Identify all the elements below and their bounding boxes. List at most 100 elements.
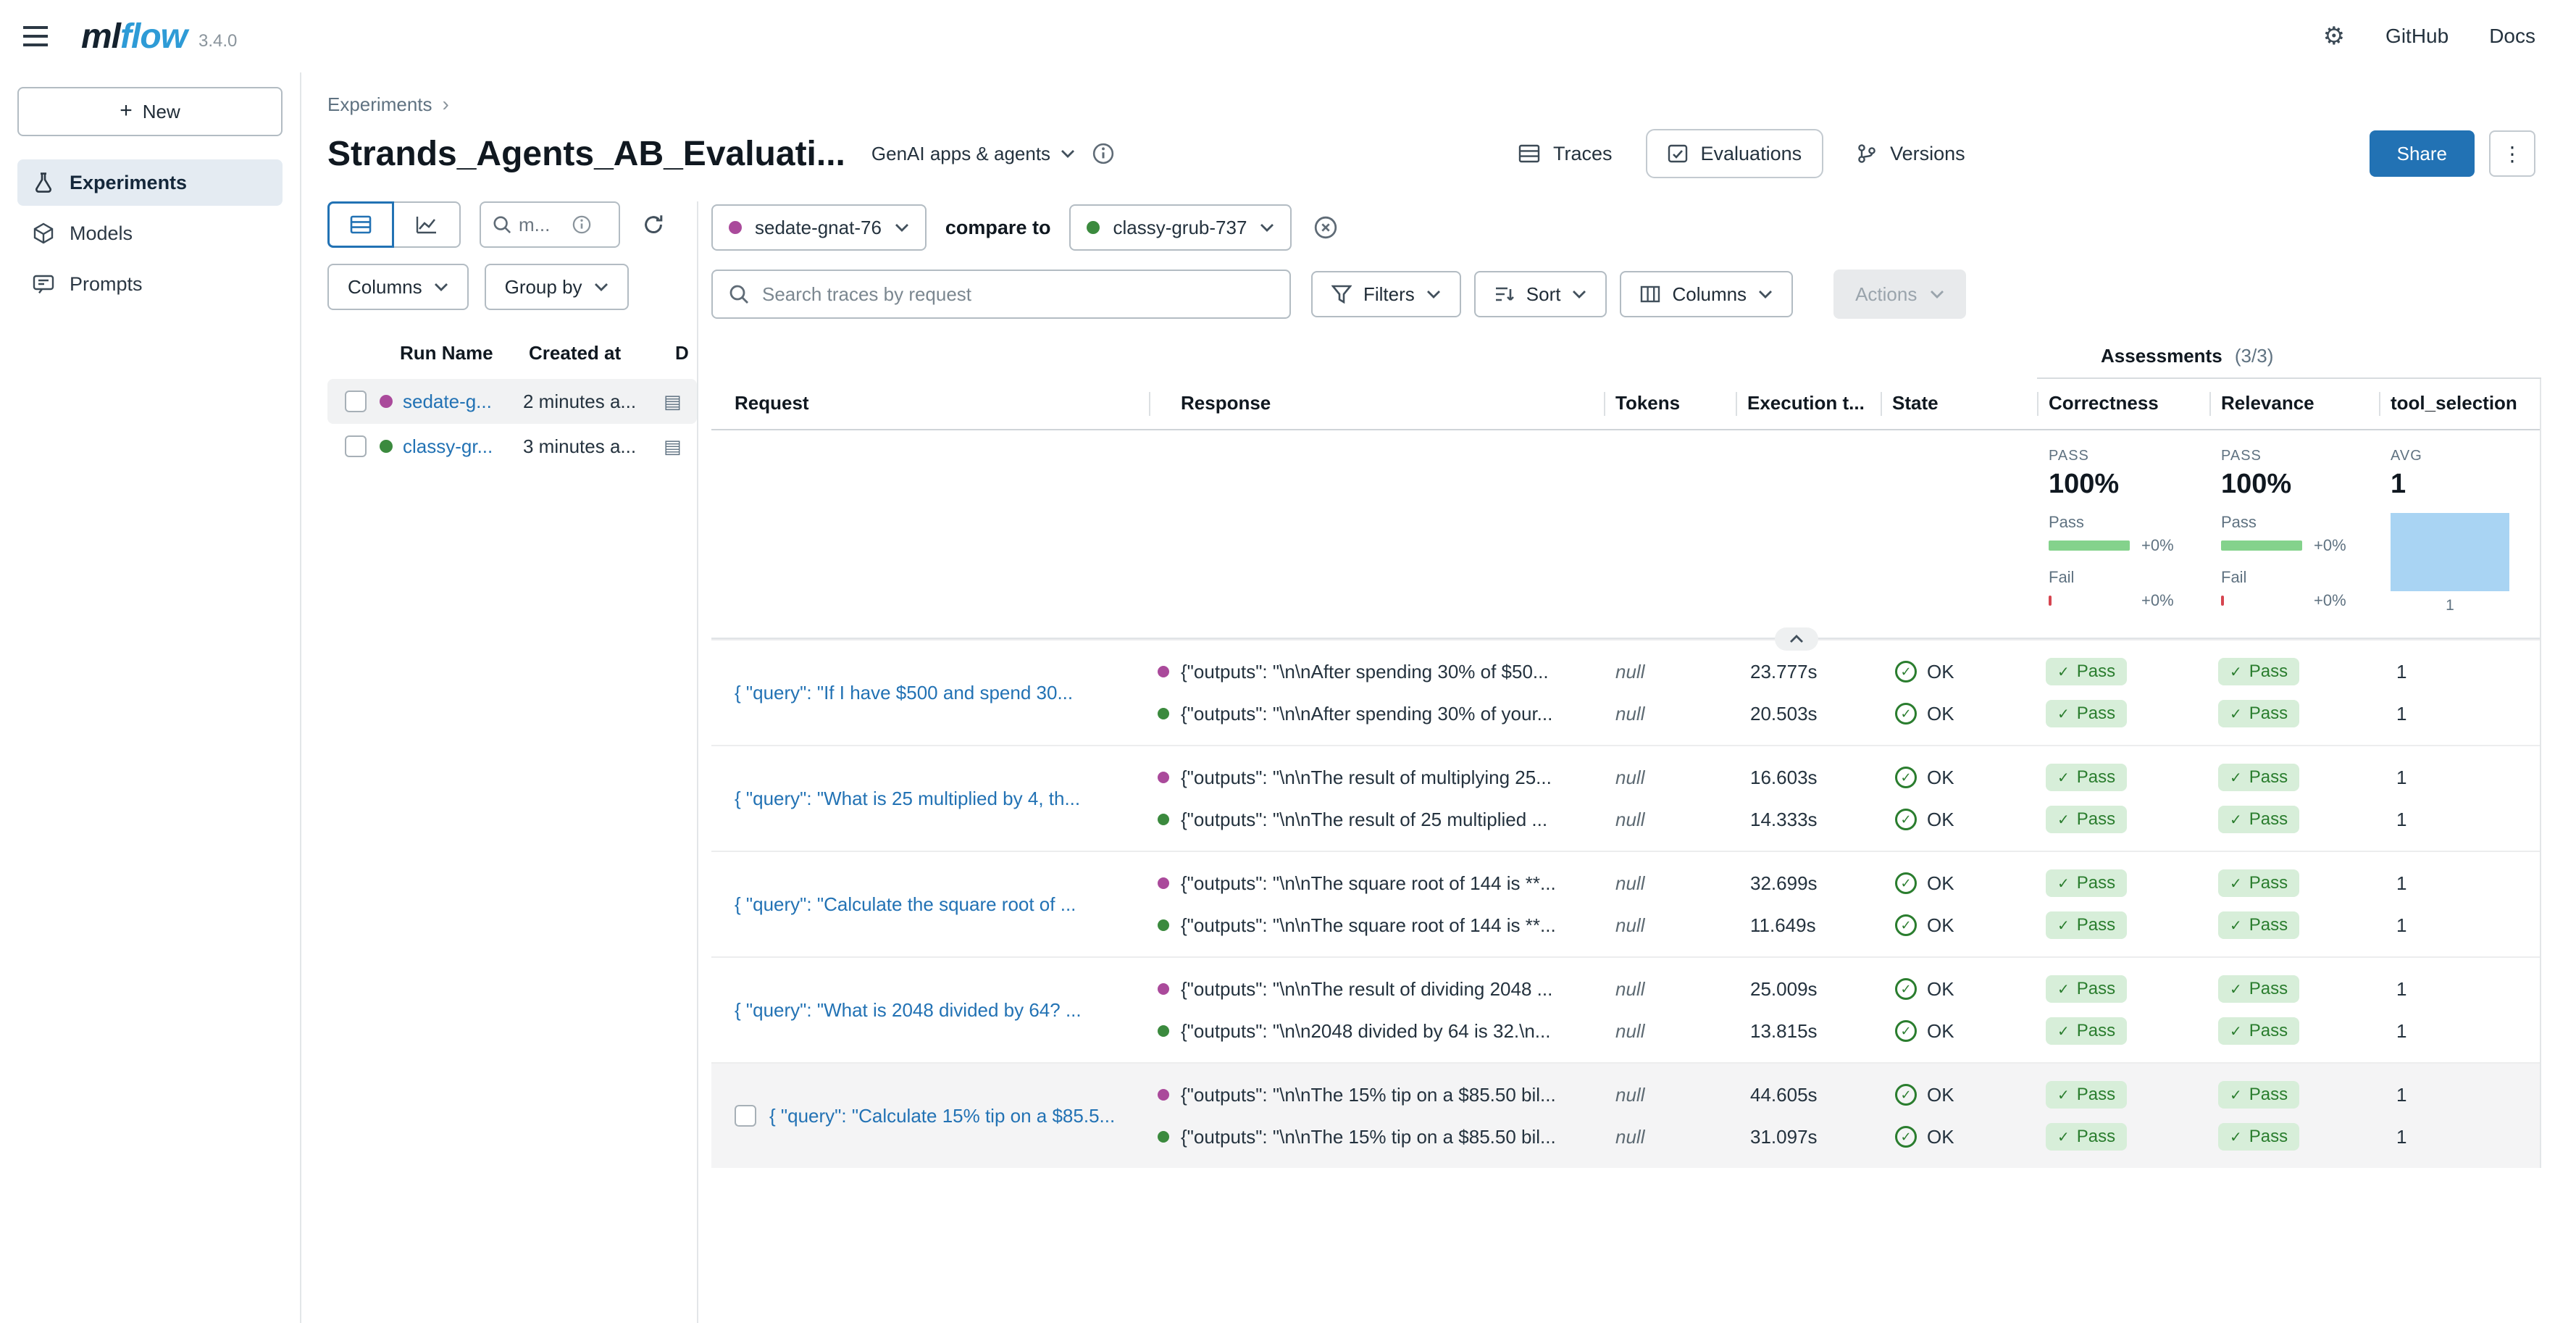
correctness-column-header[interactable]: Correctness xyxy=(2037,379,2209,429)
docs-link[interactable]: Docs xyxy=(2489,25,2535,48)
run-checkbox[interactable] xyxy=(345,391,367,412)
correctness-summary: PASS 100% Pass +0% Fail +0% xyxy=(2037,448,2209,614)
runs-columns-label: Columns xyxy=(348,276,422,299)
correctness-cell: ✓Pass xyxy=(2037,806,2209,833)
gear-icon[interactable]: ⚙ xyxy=(2323,22,2345,51)
execution-time-column-header[interactable]: Execution t... xyxy=(1736,379,1881,429)
run-a-dropdown[interactable]: sedate-gnat-76 xyxy=(711,204,927,251)
tool-selection-cell: 1 xyxy=(2379,978,2541,1001)
state-cell: ✓OK xyxy=(1881,1020,2037,1043)
response-column-header[interactable]: Response xyxy=(1149,379,1604,429)
request-column-header[interactable]: Request xyxy=(711,379,1149,429)
new-button[interactable]: + New xyxy=(17,87,283,136)
tab-versions[interactable]: Versions xyxy=(1835,129,1987,178)
request-link[interactable]: { "query": "What is 25 multiplied by 4, … xyxy=(735,788,1080,810)
tokens-cell: null xyxy=(1604,661,1736,683)
experiment-type-dropdown[interactable]: GenAI apps & agents xyxy=(871,143,1075,165)
response-text: {"outputs": "\n\nThe result of dividing … xyxy=(1181,978,1552,1001)
state-cell: ✓OK xyxy=(1881,703,2037,725)
request-cell[interactable]: { "query": "Calculate the square root of… xyxy=(711,893,1149,916)
funnel-icon xyxy=(1331,285,1352,304)
run-name-link[interactable]: classy-gr... xyxy=(403,435,523,458)
run-name-header[interactable]: Run Name xyxy=(400,342,529,364)
request-link[interactable]: { "query": "Calculate 15% tip on a $85.5… xyxy=(769,1105,1115,1127)
response-cell[interactable]: {"outputs": "\n\nThe square root of 144 … xyxy=(1149,872,1604,895)
tab-traces[interactable]: Traces xyxy=(1497,129,1634,178)
pass-delta: +0% xyxy=(2314,536,2346,555)
trace-checkbox[interactable] xyxy=(735,1105,756,1127)
sidebar-item-models[interactable]: Models xyxy=(17,210,283,256)
sidebar-item-experiments[interactable]: Experiments xyxy=(17,159,283,206)
dataset-header[interactable]: D xyxy=(675,342,689,364)
relevance-cell: ✓Pass xyxy=(2209,700,2379,727)
sort-button[interactable]: Sort xyxy=(1474,271,1607,317)
runs-columns-button[interactable]: Columns xyxy=(327,264,469,310)
hamburger-menu-icon[interactable] xyxy=(23,17,61,55)
table-view-button[interactable] xyxy=(327,201,394,248)
pass-badge: ✓Pass xyxy=(2046,1081,2127,1109)
runs-search-input[interactable] xyxy=(519,214,565,236)
run-b-dropdown[interactable]: classy-grub-737 xyxy=(1069,204,1292,251)
summary-badge: PASS xyxy=(2049,448,2198,464)
tool-selection-cell: 1 xyxy=(2379,872,2541,895)
trace-search-input[interactable] xyxy=(762,283,1274,306)
pass-badge-label: Pass xyxy=(2249,809,2288,830)
actions-button[interactable]: Actions xyxy=(1833,270,1966,319)
response-cell[interactable]: {"outputs": "\n\nThe square root of 144 … xyxy=(1149,914,1604,937)
pass-badge: ✓Pass xyxy=(2218,869,2299,897)
state-column-header[interactable]: State xyxy=(1881,379,2037,429)
info-icon[interactable] xyxy=(1092,143,1114,164)
request-link[interactable]: { "query": "If I have $500 and spend 30.… xyxy=(735,682,1073,704)
collapse-summary-button[interactable] xyxy=(1775,627,1818,651)
execution-time-cell: 25.009s xyxy=(1736,978,1881,1001)
response-cell[interactable]: {"outputs": "\n\nThe result of dividing … xyxy=(1149,978,1604,1001)
request-link[interactable]: { "query": "Calculate the square root of… xyxy=(735,893,1076,916)
created-at-header[interactable]: Created at xyxy=(529,342,675,364)
response-cell[interactable]: {"outputs": "\n\nAfter spending 30% of $… xyxy=(1149,661,1604,683)
kebab-menu-icon[interactable]: ⋮ xyxy=(2489,130,2535,177)
request-link[interactable]: { "query": "What is 2048 divided by 64? … xyxy=(735,999,1082,1022)
remove-comparison-icon[interactable] xyxy=(1310,212,1341,243)
pass-badge: ✓Pass xyxy=(2046,911,2127,939)
fail-bar xyxy=(2049,596,2130,606)
run-name-link[interactable]: sedate-g... xyxy=(403,391,523,413)
check-icon: ✓ xyxy=(2230,769,2242,787)
github-link[interactable]: GitHub xyxy=(2385,25,2449,48)
actions-label: Actions xyxy=(1855,283,1917,306)
run-checkbox[interactable] xyxy=(345,435,367,457)
response-cell[interactable]: {"outputs": "\n\n2048 divided by 64 is 3… xyxy=(1149,1020,1604,1043)
request-cell[interactable]: { "query": "What is 2048 divided by 64? … xyxy=(711,999,1149,1022)
filters-button[interactable]: Filters xyxy=(1311,271,1461,317)
correctness-cell: ✓Pass xyxy=(2037,700,2209,727)
assessments-label: Assessments xyxy=(2101,345,2222,367)
run-row[interactable]: sedate-g...2 minutes a...▤ xyxy=(327,379,697,424)
request-cell[interactable]: { "query": "If I have $500 and spend 30.… xyxy=(711,682,1149,704)
tokens-column-header[interactable]: Tokens xyxy=(1604,379,1736,429)
request-cell[interactable]: { "query": "What is 25 multiplied by 4, … xyxy=(711,788,1149,810)
response-cell[interactable]: {"outputs": "\n\nAfter spending 30% of y… xyxy=(1149,703,1604,725)
runs-search-box xyxy=(480,201,620,248)
group-by-button[interactable]: Group by xyxy=(485,264,629,310)
chart-view-button[interactable] xyxy=(394,201,461,248)
fail-delta: +0% xyxy=(2314,591,2346,610)
tokens-cell: null xyxy=(1604,978,1736,1001)
trace-columns-button[interactable]: Columns xyxy=(1620,271,1793,317)
sidebar-item-prompts[interactable]: Prompts xyxy=(17,261,283,307)
runs-table-header: Run Name Created at D xyxy=(327,333,697,379)
run-row[interactable]: classy-gr...3 minutes a...▤ xyxy=(327,424,697,469)
response-cell[interactable]: {"outputs": "\n\nThe 15% tip on a $85.50… xyxy=(1149,1126,1604,1148)
breadcrumb-experiments-link[interactable]: Experiments xyxy=(327,93,432,116)
sidebar: + New Experiments Models Prompts xyxy=(0,72,301,1323)
response-text: {"outputs": "\n\nAfter spending 30% of $… xyxy=(1181,661,1549,683)
tool-selection-column-header[interactable]: tool_selection xyxy=(2379,379,2541,429)
share-button[interactable]: Share xyxy=(2370,130,2475,177)
tab-evaluations[interactable]: Evaluations xyxy=(1646,129,1824,178)
response-cell[interactable]: {"outputs": "\n\nThe result of multiplyi… xyxy=(1149,767,1604,789)
request-cell[interactable]: { "query": "Calculate 15% tip on a $85.5… xyxy=(711,1105,1149,1127)
pass-badge: ✓Pass xyxy=(2046,658,2127,685)
response-cell[interactable]: {"outputs": "\n\nThe result of 25 multip… xyxy=(1149,809,1604,831)
response-cell[interactable]: {"outputs": "\n\nThe 15% tip on a $85.50… xyxy=(1149,1084,1604,1106)
relevance-column-header[interactable]: Relevance xyxy=(2209,379,2379,429)
refresh-icon[interactable] xyxy=(639,210,668,239)
mlflow-logo[interactable]: mlflow xyxy=(81,17,187,57)
